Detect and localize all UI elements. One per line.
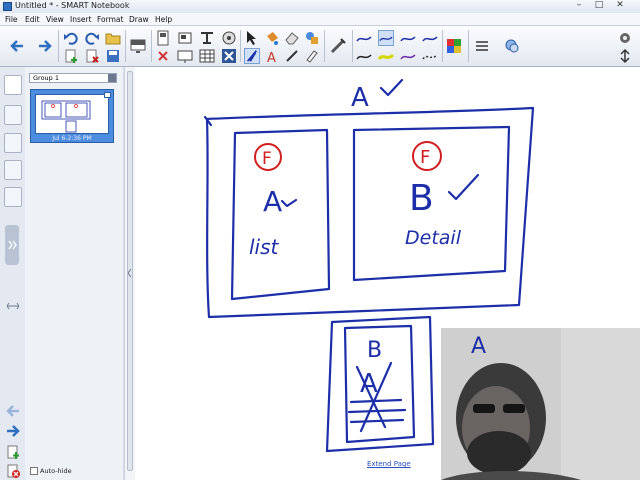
hatch-stroke-1: [349, 398, 403, 404]
delete-page-sidebar-icon[interactable]: [6, 464, 20, 478]
document-camera-icon[interactable]: [177, 30, 193, 46]
back-icon[interactable]: [9, 38, 25, 54]
close-button[interactable]: ✕: [612, 0, 628, 11]
svg-text:A: A: [267, 51, 276, 64]
previous-page-icon[interactable]: [6, 405, 20, 417]
creative-pen-icon[interactable]: [330, 38, 346, 54]
redo-icon[interactable]: [84, 30, 100, 46]
eraser-icon[interactable]: [284, 30, 300, 46]
attachments-tab[interactable]: [4, 133, 22, 153]
fill-icon[interactable]: [264, 30, 280, 46]
page-sorter-tab[interactable]: [4, 75, 22, 95]
top-check-stroke: [379, 78, 404, 97]
pen-style-5-icon[interactable]: [356, 48, 372, 64]
open-icon[interactable]: [105, 30, 121, 46]
line-style-icon[interactable]: [474, 38, 490, 54]
table-icon[interactable]: [199, 48, 215, 64]
chevron-down-icon[interactable]: [108, 74, 116, 82]
auto-hide-label: Auto-hide: [40, 467, 72, 475]
add-page-sidebar-icon[interactable]: [6, 445, 20, 459]
sorter-scrollbar[interactable]: [124, 67, 135, 480]
right-red-mark: F: [420, 147, 430, 168]
pen-style-7-icon[interactable]: [400, 48, 416, 64]
full-screen-icon[interactable]: [221, 30, 237, 46]
phone-crossed-letter: A: [360, 369, 378, 399]
undo-icon[interactable]: [63, 30, 79, 46]
addons-tab[interactable]: [4, 187, 22, 207]
group-label: Group 1: [33, 74, 59, 82]
title-bar: Untitled * - SMART Notebook – □ ✕: [0, 0, 640, 14]
pen-style-4-icon[interactable]: [422, 30, 438, 46]
menu-draw[interactable]: Draw: [129, 15, 149, 24]
thumbnail-menu-icon[interactable]: [104, 92, 111, 98]
pen-style-1-icon[interactable]: [356, 30, 372, 46]
menu-file[interactable]: File: [5, 15, 18, 24]
capture-icon[interactable]: [199, 30, 215, 46]
pen-icon[interactable]: [244, 48, 260, 64]
pen-style-8-icon[interactable]: [422, 48, 438, 64]
left-word: list: [249, 235, 280, 259]
shape-icon[interactable]: [304, 30, 320, 46]
properties-tab[interactable]: [4, 160, 22, 180]
more-icon[interactable]: [617, 48, 633, 64]
minimize-button[interactable]: –: [572, 0, 586, 11]
webcam-letter: A: [471, 334, 486, 359]
thumbnail-label: Jul 6-2:36 PM: [52, 135, 92, 142]
app-icon: [3, 2, 12, 11]
magic-pen-icon[interactable]: [304, 48, 320, 64]
right-big-letter: B: [409, 178, 434, 219]
pen-style-6-icon[interactable]: [378, 48, 394, 64]
hatch-stroke-2: [347, 408, 407, 414]
maximize-button[interactable]: □: [592, 0, 606, 11]
delete-icon[interactable]: [84, 48, 100, 64]
properties-icon[interactable]: [504, 38, 520, 54]
menu-format[interactable]: Format: [97, 15, 123, 24]
page-sorter: Group 1 Jul 6-2:36 PM Auto-hide: [25, 67, 123, 480]
checkbox-icon[interactable]: [30, 467, 38, 475]
menu-insert[interactable]: Insert: [70, 15, 92, 24]
move-sidebar-icon[interactable]: [7, 302, 19, 310]
gallery-tab[interactable]: [4, 105, 22, 125]
resize-icon[interactable]: [221, 48, 237, 64]
presenter-video: A: [441, 328, 640, 480]
toolbar: A: [0, 26, 640, 67]
menu-help[interactable]: Help: [155, 15, 172, 24]
color-palette-icon[interactable]: [446, 38, 462, 54]
menu-bar: File Edit View Insert Format Draw Help: [0, 13, 640, 26]
phone-letter: B: [367, 338, 382, 363]
hatch-stroke-3: [349, 418, 405, 424]
text-icon[interactable]: A: [264, 48, 280, 64]
window-title: Untitled * - SMART Notebook: [15, 1, 130, 10]
forward-icon[interactable]: [37, 38, 53, 54]
left-big-letter: A: [263, 185, 282, 218]
webcam-overlay: A: [441, 328, 640, 480]
show-tools-icon[interactable]: [155, 30, 171, 46]
thumbnail-preview: [35, 94, 109, 134]
sidebar-collapse-handle[interactable]: [5, 225, 19, 265]
top-letter: A: [351, 83, 369, 113]
settings-icon[interactable]: [617, 30, 633, 46]
select-icon[interactable]: [244, 30, 260, 46]
add-page-icon[interactable]: [63, 48, 79, 64]
outer-frame-stroke: [205, 106, 535, 319]
left-red-mark: F: [262, 149, 272, 169]
sidebar: [0, 67, 26, 480]
group-selector[interactable]: Group 1: [29, 73, 117, 83]
auto-hide-checkbox[interactable]: Auto-hide: [30, 467, 72, 475]
save-icon[interactable]: [105, 48, 121, 64]
menu-edit[interactable]: Edit: [25, 15, 40, 24]
line-icon[interactable]: [284, 48, 300, 64]
left-check-stroke: [280, 198, 298, 208]
right-check-stroke: [447, 173, 480, 201]
dual-page-icon[interactable]: [155, 48, 171, 64]
resize-handle-icon[interactable]: [128, 269, 132, 277]
extend-page-link[interactable]: Extend Page: [367, 460, 411, 468]
pen-style-3-icon[interactable]: [400, 30, 416, 46]
next-page-icon[interactable]: [6, 425, 20, 437]
screen-shade-icon[interactable]: [130, 38, 146, 54]
menu-view[interactable]: View: [46, 15, 64, 24]
right-word: Detail: [405, 227, 462, 249]
screen-icon[interactable]: [177, 48, 193, 64]
pen-style-2-icon[interactable]: [378, 30, 394, 46]
